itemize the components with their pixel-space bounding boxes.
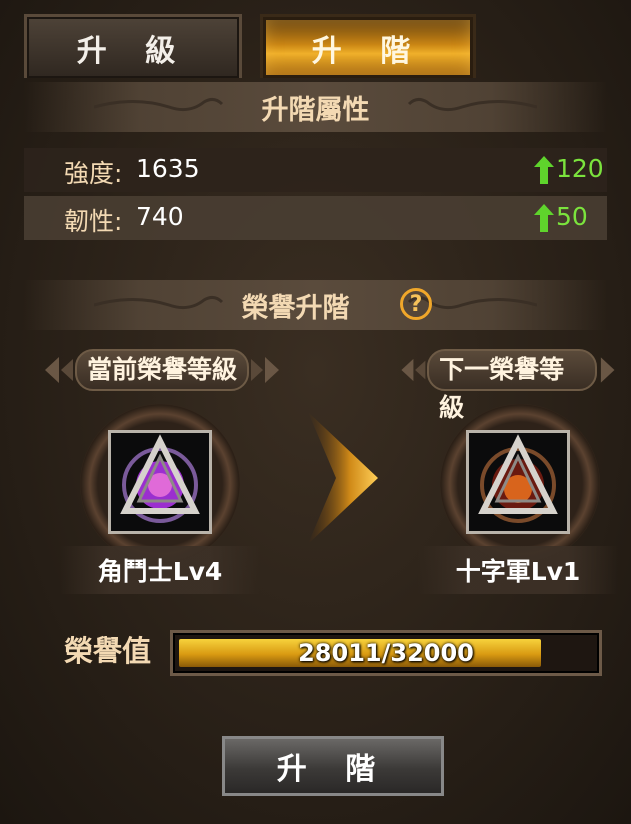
tab-upgrade-label: 升 級: [76, 33, 190, 69]
stat-value: 740: [136, 202, 184, 231]
current-rank-name-text: 角鬥士Lv4: [97, 557, 223, 586]
advance-attr-title: 升階屬性: [261, 94, 370, 126]
gladiator-emblem-icon: [120, 434, 200, 523]
next-rank-label: 下一榮譽等級: [427, 349, 597, 422]
tab-advance[interactable]: 升 階: [260, 14, 476, 78]
next-rank-name-text: 十字軍Lv1: [455, 557, 581, 586]
next-rank-name: 十字軍Lv1: [418, 546, 618, 594]
stat-increase: 50: [556, 202, 588, 231]
next-rank-tag: 下一榮譽等級: [398, 349, 616, 422]
current-rank-name: 角鬥士Lv4: [60, 546, 260, 594]
stat-increase: 120: [556, 154, 604, 183]
tag-arrows-left-icon: [401, 358, 426, 382]
stat-label: 韌性:: [64, 207, 123, 236]
increase-arrow-icon: [534, 156, 554, 184]
help-icon[interactable]: ?: [400, 288, 432, 320]
current-medal[interactable]: [108, 430, 212, 534]
advance-button-label: 升 階: [276, 752, 390, 787]
honor-value-label: 榮譽值: [64, 634, 152, 668]
advance-arrow-icon: [308, 412, 378, 544]
honor-progress-bar: 28011/32000: [170, 630, 602, 676]
tab-advance-label: 升 階: [311, 33, 425, 69]
stat-row-strength: 強度: 1635 120: [24, 148, 607, 192]
help-icon-glyph: ?: [409, 291, 423, 317]
stat-label: 強度:: [64, 159, 123, 188]
current-rank-label: 當前榮譽等級: [74, 349, 249, 391]
crusader-emblem-icon: [478, 434, 558, 523]
honor-progress-text: 28011/32000: [298, 639, 474, 667]
stat-row-toughness: 韌性: 740 50: [24, 196, 607, 240]
tag-arrows-right-icon: [251, 357, 279, 383]
increase-arrow-icon: [534, 204, 554, 232]
next-medal[interactable]: [466, 430, 570, 534]
honor-advance-title: 榮譽升階: [241, 292, 350, 324]
tab-upgrade[interactable]: 升 級: [24, 14, 242, 78]
advance-button[interactable]: 升 階: [222, 736, 444, 796]
tag-arrows-left-icon: [44, 357, 73, 383]
tag-arrows-right-icon: [600, 357, 615, 383]
stat-value: 1635: [136, 154, 200, 183]
current-rank-tag: 當前榮譽等級: [40, 349, 284, 391]
honor-advance-header: 榮譽升階: [24, 280, 607, 330]
advance-attr-header: 升階屬性: [24, 82, 607, 132]
ornament-left-icon: [94, 97, 224, 112]
ornament-left-icon: [94, 295, 224, 310]
ornament-right-icon: [407, 97, 537, 112]
